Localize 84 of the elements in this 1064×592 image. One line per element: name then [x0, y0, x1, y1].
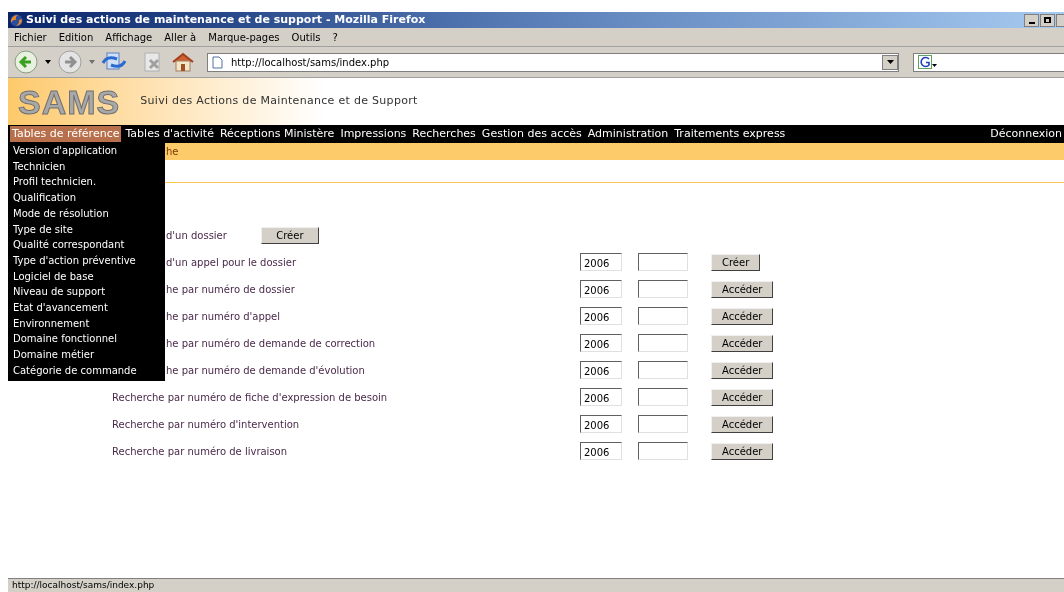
- dropdown-item[interactable]: Qualification: [8, 190, 165, 206]
- action-button[interactable]: Accéder: [711, 280, 774, 298]
- logout-link[interactable]: Déconnexion: [990, 125, 1064, 143]
- year-field[interactable]: 2006: [580, 253, 622, 271]
- menu-item[interactable]: Edition: [58, 29, 94, 45]
- restore-button[interactable]: [1040, 13, 1055, 27]
- action-button[interactable]: Créer: [711, 253, 761, 271]
- dropdown-item[interactable]: Catégorie de commande: [8, 362, 165, 379]
- nav-tab[interactable]: Tables d'activité: [123, 126, 216, 142]
- number-field[interactable]: [638, 361, 688, 379]
- action-button[interactable]: Accéder: [711, 415, 774, 433]
- year-field[interactable]: 2006: [580, 388, 622, 406]
- nav-tab[interactable]: Impressions: [338, 126, 409, 142]
- back-icon[interactable]: [13, 49, 39, 75]
- row-label: he par numéro de demande de correction: [166, 336, 376, 351]
- dropdown-item[interactable]: Type de site: [8, 221, 165, 238]
- search-field[interactable]: [913, 52, 1064, 72]
- nav-tab[interactable]: Tables de référence: [10, 126, 122, 142]
- row-label: he par numéro de demande d'évolution: [166, 363, 365, 378]
- page-icon: [212, 55, 223, 69]
- search-engine-icon[interactable]: [918, 55, 938, 69]
- status-text: http://localhost/sams/index.php: [12, 578, 155, 592]
- year-field[interactable]: 2006: [580, 307, 622, 325]
- year-field[interactable]: 2006: [580, 442, 622, 460]
- row-label: d'un appel pour le dossier: [166, 255, 296, 270]
- year-field[interactable]: 2006: [580, 334, 622, 352]
- year-field[interactable]: 2006: [580, 361, 622, 379]
- globe-icon: [10, 13, 23, 27]
- logo: SAMS: [18, 84, 121, 119]
- row-label: Recherche par numéro de fiche d'expression de besoin: [112, 390, 388, 405]
- dropdown-button[interactable]: [882, 54, 898, 70]
- year-field[interactable]: 2006: [580, 415, 622, 433]
- breadcrumb-text: he: [166, 145, 179, 159]
- year-field[interactable]: 2006: [580, 280, 622, 298]
- number-field[interactable]: [638, 334, 688, 352]
- dropdown-item[interactable]: Profil technicien.: [8, 174, 165, 191]
- number-field[interactable]: [638, 415, 688, 433]
- action-button[interactable]: Accéder: [711, 442, 774, 460]
- caret-icon[interactable]: [45, 60, 51, 64]
- dropdown-item[interactable]: Type d'action préventive: [8, 252, 165, 269]
- dropdown-item[interactable]: Domaine métier: [8, 347, 165, 363]
- number-field[interactable]: [638, 307, 688, 325]
- row-label: he par numéro de dossier: [166, 282, 295, 297]
- number-field[interactable]: [638, 280, 688, 298]
- menu-item[interactable]: Marque-pages: [208, 29, 280, 45]
- nav-tab[interactable]: Recherches: [410, 126, 478, 142]
- menu-item[interactable]: ?: [332, 29, 338, 45]
- dropdown-item[interactable]: Qualité correspondant: [8, 237, 165, 253]
- tagline: Suivi des Actions de Maintenance et de Support: [140, 93, 418, 110]
- menu-item[interactable]: Fichier: [14, 29, 47, 45]
- dropdown-item[interactable]: Version d'application: [8, 143, 165, 159]
- nav-tab[interactable]: Traitements express: [672, 126, 788, 142]
- menu-item[interactable]: Affichage: [105, 29, 153, 45]
- create-button[interactable]: Créer: [260, 226, 319, 244]
- url-text: http://localhost/sams/index.php: [231, 55, 390, 70]
- dropdown-item[interactable]: Technicien: [8, 158, 165, 175]
- dropdown-item[interactable]: Niveau de support: [8, 284, 165, 301]
- row-label: Recherche par numéro de livraison: [112, 444, 288, 459]
- action-button[interactable]: Accéder: [711, 388, 774, 406]
- row-label: Recherche par numéro d'intervention: [112, 417, 300, 432]
- reload-icon[interactable]: [101, 51, 127, 73]
- minimize-button[interactable]: [1024, 13, 1039, 27]
- number-field[interactable]: [638, 253, 688, 271]
- dropdown-item[interactable]: Logiciel de base: [8, 268, 165, 285]
- number-field[interactable]: [638, 442, 688, 460]
- home-icon[interactable]: [171, 51, 195, 73]
- caret-icon: [886, 60, 894, 64]
- action-button[interactable]: Accéder: [711, 361, 774, 379]
- dropdown-item[interactable]: Mode de résolution: [8, 205, 165, 222]
- dropdown-item[interactable]: Domaine fonctionnel: [8, 331, 165, 348]
- action-button[interactable]: Accéder: [711, 307, 774, 325]
- dropdown-item[interactable]: Environnement: [8, 315, 165, 332]
- row-label: d'un dossier: [166, 228, 227, 243]
- nav-tab[interactable]: Administration: [585, 126, 671, 142]
- nav-tab[interactable]: Gestion des accès: [479, 126, 584, 142]
- menu-item[interactable]: Outils: [291, 29, 321, 45]
- number-field[interactable]: [638, 388, 688, 406]
- row-label: he par numéro d'appel: [166, 309, 281, 324]
- dropdown-item[interactable]: Etat d'avancement: [8, 300, 165, 316]
- address-field[interactable]: http://localhost/sams/index.php: [207, 52, 899, 72]
- window-title: Suivi des actions de maintenance et de support - Mozilla Firefox: [26, 11, 426, 28]
- menu-item[interactable]: Aller à: [164, 29, 197, 45]
- action-button[interactable]: Accéder: [711, 334, 774, 352]
- nav-tab[interactable]: Réceptions Ministère: [217, 126, 337, 142]
